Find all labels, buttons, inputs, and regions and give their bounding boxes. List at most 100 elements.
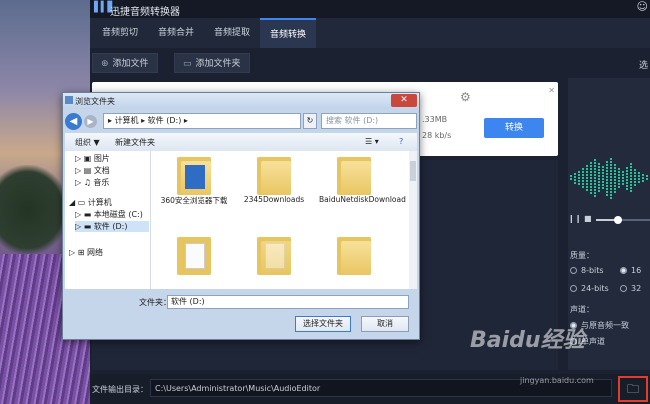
waveform-bar <box>618 174 620 176</box>
folder-item[interactable] <box>239 235 309 275</box>
waveform-bar <box>610 182 612 184</box>
waveform-bar <box>582 183 584 185</box>
select-folder-button[interactable]: 选择文件夹 <box>295 316 351 332</box>
toolbar: ⊕ 添加文件 ▭ 添加文件夹 选 <box>90 50 650 74</box>
search-input[interactable]: 搜索 软件 (D:) <box>321 113 417 129</box>
folder-item[interactable] <box>319 235 389 275</box>
view-icon[interactable]: ☰ ▾ <box>365 137 379 146</box>
waveform-bar <box>570 178 572 180</box>
address-crumb-computer[interactable]: 计算机 <box>115 116 139 125</box>
folder-item[interactable]: BaiduNetdiskDownload <box>319 155 406 204</box>
plus-icon: ⊕ <box>101 59 109 69</box>
waveform-bar <box>586 180 588 182</box>
refresh-icon[interactable]: ↻ <box>303 113 317 129</box>
waveform-bar <box>570 175 572 177</box>
waveform-bar <box>606 191 608 193</box>
output-dir-label: 文件输出目录： <box>92 385 148 394</box>
open-folder-button[interactable]: 🗀 <box>618 376 648 402</box>
waveform-bar <box>614 182 616 184</box>
add-folder-button[interactable]: ▭ 添加文件夹 <box>174 53 250 73</box>
waveform-bar <box>594 189 596 191</box>
waveform-bar <box>606 194 608 196</box>
back-arrow-icon[interactable]: ◀ <box>65 113 82 130</box>
waveform-bar <box>574 182 576 184</box>
new-folder-button[interactable]: 新建文件夹 <box>115 137 155 148</box>
waveform-bar <box>610 179 612 181</box>
pause-icon[interactable]: ❙❙ <box>568 214 581 223</box>
tab-merge[interactable]: 音频合并 <box>148 18 204 48</box>
tab-convert[interactable]: 音频转换 <box>260 18 316 48</box>
add-file-button[interactable]: ⊕ 添加文件 <box>92 53 158 73</box>
dialog-footer: 文件夹： 软件 (D:) 选择文件夹 取消 <box>65 291 417 339</box>
waveform-bar <box>634 175 636 177</box>
tab-cut[interactable]: 音频剪切 <box>92 18 148 48</box>
tree-item-drive-c[interactable]: ▷ ▬ 本地磁盘 (C:) <box>75 209 143 220</box>
bits-8-radio[interactable]: 8-bits <box>570 266 604 275</box>
waveform-bar <box>598 178 600 180</box>
address-crumb-drive[interactable]: 软件 (D:) <box>148 116 182 125</box>
convert-button[interactable]: 转换 <box>484 118 544 138</box>
stop-icon[interactable]: ■ <box>584 214 592 223</box>
folder-item[interactable]: 2345Downloads <box>239 155 309 204</box>
tree-item-music[interactable]: ▷ ♫ 音乐 <box>75 177 109 188</box>
scrollbar-thumb[interactable] <box>410 161 416 181</box>
forward-arrow-icon[interactable]: ▶ <box>84 115 97 128</box>
address-bar[interactable]: ▸ 计算机 ▸ 软件 (D:) ▸ <box>103 113 301 129</box>
waveform-bar <box>606 170 608 172</box>
waveform-bar <box>630 175 632 177</box>
waveform-bar <box>618 177 620 179</box>
waveform-bar <box>610 170 612 172</box>
waveform-bar <box>598 175 600 177</box>
tab-extract[interactable]: 音频提取 <box>204 18 260 48</box>
folder-icon <box>177 235 211 275</box>
waveform-bar <box>590 183 592 185</box>
waveform-bar <box>598 166 600 168</box>
scrollbar[interactable] <box>409 151 417 289</box>
tree-item-documents[interactable]: ▷ ▤ 文档 <box>75 165 110 176</box>
dialog-close-button[interactable]: ✕ <box>391 94 417 107</box>
waveform-bar <box>614 176 616 178</box>
tree-item-drive-d[interactable]: ▷ ▬ 软件 (D:) <box>75 221 149 232</box>
folder-item[interactable] <box>159 235 229 275</box>
bits-16-radio[interactable]: 16 <box>620 266 641 275</box>
tab-bar: 音频剪切 音频合并 音频提取 音频转换 <box>90 18 650 48</box>
slider-knob[interactable] <box>614 216 622 224</box>
progress-slider[interactable] <box>596 216 650 224</box>
tree-item-network[interactable]: ▷ ⊞ 网络 <box>69 247 103 258</box>
waveform-bar <box>634 178 636 180</box>
bits-24-radio[interactable]: 24-bits <box>570 284 609 293</box>
waveform-bar <box>618 180 620 182</box>
waveform-bar <box>594 183 596 185</box>
waveform-bar <box>646 175 648 177</box>
bits-32-radio[interactable]: 32 <box>620 284 641 293</box>
tree-item-pictures[interactable]: ▷ ▣ 图片 <box>75 153 110 164</box>
help-icon[interactable]: ? <box>399 137 403 146</box>
waveform-bar <box>638 181 640 183</box>
nav-tree: ▷ ▣ 图片 ▷ ▤ 文档 ▷ ♫ 音乐 ◢ ▭ 计算机 ▷ ▬ 本地磁盘 (C… <box>65 151 151 289</box>
waveform-bar <box>606 188 608 190</box>
waveform-bar <box>598 181 600 183</box>
waveform-bar <box>598 172 600 174</box>
organize-menu[interactable]: 组织 ▼ <box>75 137 100 148</box>
waveform-bar <box>638 178 640 180</box>
close-icon[interactable]: ✕ <box>548 86 555 95</box>
computer-icon: ▭ <box>77 198 86 207</box>
tree-item-computer[interactable]: ◢ ▭ 计算机 <box>69 197 112 208</box>
toolbar-right-label[interactable]: 选 <box>639 58 648 71</box>
dialog-body: ▷ ▣ 图片 ▷ ▤ 文档 ▷ ♫ 音乐 ◢ ▭ 计算机 ▷ ▬ 本地磁盘 (C… <box>65 151 417 289</box>
cancel-button[interactable]: 取消 <box>361 316 409 332</box>
waveform-bar <box>586 174 588 176</box>
waveform-bar <box>586 168 588 170</box>
folder-name-input[interactable]: 软件 (D:) <box>167 295 409 309</box>
waveform-bar <box>634 181 636 183</box>
waveform-bar <box>590 171 592 173</box>
waveform-bar <box>606 182 608 184</box>
waveform-bar <box>610 161 612 163</box>
user-icon[interactable]: ☺ <box>637 0 648 13</box>
waveform-bar <box>626 167 628 169</box>
waveform-bar <box>586 189 588 191</box>
folder-icon <box>257 155 291 195</box>
folder-item[interactable]: 360安全浏览器下载 <box>159 155 229 206</box>
gear-icon[interactable]: ⚙ <box>460 90 471 104</box>
waveform-bar <box>602 178 604 180</box>
